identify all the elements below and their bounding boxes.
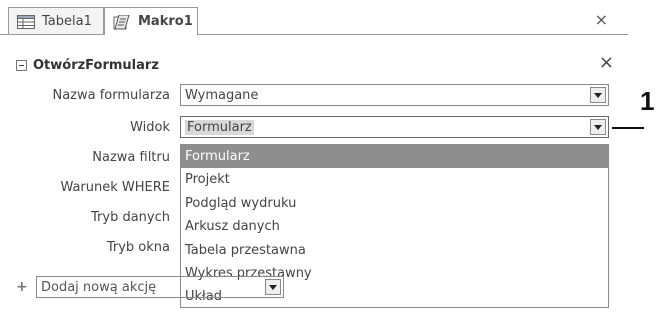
- callout-number: 1: [640, 86, 655, 116]
- document-tab-strip: Tabela1 Makro1 ×: [0, 0, 628, 42]
- dropdown-option-arkusz-danych[interactable]: Arkusz danych: [181, 215, 608, 238]
- add-action-row: + Dodaj nową akcję: [16, 276, 284, 298]
- window-mode-label: Tryb okna: [106, 240, 170, 255]
- tab-makro1[interactable]: Makro1: [104, 7, 198, 35]
- dropdown-option-podglad-wydruku[interactable]: Podgląd wydruku: [181, 192, 608, 215]
- view-combo[interactable]: Formularz: [180, 116, 609, 138]
- view-label: Widok: [130, 120, 170, 135]
- collapse-icon[interactable]: [16, 60, 27, 71]
- tab-label: Makro1: [138, 14, 193, 29]
- table-icon: [17, 14, 35, 29]
- action-header: OtwórzFormularz: [16, 58, 159, 73]
- dropdown-option-projekt[interactable]: Projekt: [181, 168, 608, 191]
- close-tab-icon[interactable]: ×: [595, 10, 608, 29]
- macro-icon: [113, 14, 131, 29]
- action-name: OtwórzFormularz: [33, 58, 159, 73]
- add-new-action-combo[interactable]: Dodaj nową akcję: [36, 276, 284, 298]
- delete-action-icon[interactable]: ×: [599, 52, 614, 73]
- form-name-label: Nazwa formularza: [52, 88, 170, 103]
- form-name-value: Wymagane: [185, 87, 259, 103]
- dropdown-option-formularz[interactable]: Formularz: [181, 145, 608, 169]
- form-name-combo[interactable]: Wymagane: [180, 84, 609, 106]
- add-action-placeholder: Dodaj nową akcję: [41, 279, 157, 295]
- where-condition-label: Warunek WHERE: [60, 180, 170, 195]
- tab-tabela1[interactable]: Tabela1: [8, 7, 104, 35]
- dropdown-option-tabela-przestawna[interactable]: Tabela przestawna: [181, 239, 608, 262]
- chevron-down-icon[interactable]: [265, 279, 281, 295]
- chevron-down-icon[interactable]: [590, 119, 606, 135]
- tab-label: Tabela1: [42, 14, 92, 29]
- plus-icon: +: [16, 279, 28, 295]
- callout-line: [612, 127, 644, 129]
- filter-name-label: Nazwa filtru: [92, 150, 170, 165]
- view-value: Formularz: [185, 119, 254, 135]
- chevron-down-icon[interactable]: [590, 87, 606, 103]
- data-mode-label: Tryb danych: [91, 210, 170, 225]
- macro-designer: OtwórzFormularz × Nazwa formularza Wymag…: [8, 48, 620, 308]
- tab-divider: [0, 34, 628, 35]
